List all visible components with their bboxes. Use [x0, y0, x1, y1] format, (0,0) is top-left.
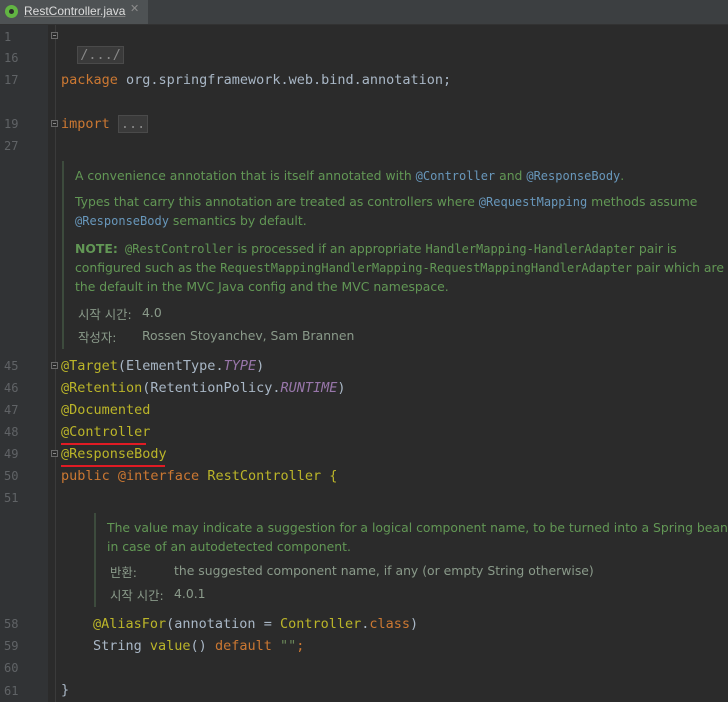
line-number: 1 [4, 30, 12, 44]
code-line-interface: public @interface RestController { [61, 468, 338, 484]
doc-paragraph: A convenience annotation that is itself … [75, 168, 625, 183]
doc-tag-returns-value: the suggested component name, if any (or… [174, 563, 594, 578]
line-number: 50 [4, 469, 19, 483]
java-file-icon [5, 5, 18, 18]
code-line-target: @Target(ElementType.TYPE) [61, 358, 265, 374]
responsebody-annotation[interactable]: @ResponseBody [61, 446, 167, 462]
package-name: org.springframework.web.bind.annotation; [117, 72, 452, 88]
folded-imports[interactable]: ... [117, 115, 149, 133]
line-number: 59 [4, 639, 19, 653]
doc-paragraph: Types that carry this annotation are tre… [75, 194, 698, 209]
doc-link[interactable]: @ResponseBody [526, 169, 620, 183]
code-line-closing-brace: } [61, 682, 70, 698]
line-number: 48 [4, 425, 19, 439]
line-number: 45 [4, 359, 19, 373]
doc-paragraph: in case of an autodetected component. [107, 539, 351, 554]
line-number: 19 [4, 117, 19, 131]
code-line-documented: @Documented [61, 402, 151, 418]
line-number: 49 [4, 447, 19, 461]
code-line-value: String value() default ""; [93, 638, 305, 654]
doc-tag-since-value: 4.0.1 [174, 586, 206, 601]
doc-tag-author-label: 작성자: [78, 330, 117, 345]
line-number: 27 [4, 139, 19, 153]
doc-paragraph: @ResponseBody semantics by default. [75, 213, 307, 228]
code-line-package: package org.springframework.web.bind.ann… [61, 71, 451, 89]
fold-toggle-icon[interactable] [51, 362, 58, 369]
line-number: 51 [4, 491, 19, 505]
doc-link[interactable]: @ResponseBody [75, 214, 169, 228]
doc-comment-bar [62, 161, 64, 349]
doc-paragraph: the default in the MVC Java config and t… [75, 279, 449, 294]
line-number: 58 [4, 617, 19, 631]
code-line-responsebody: @ResponseBody [61, 445, 167, 463]
line-number: 61 [4, 684, 19, 698]
line-number: 16 [4, 51, 19, 65]
doc-link[interactable]: @RequestMapping [479, 195, 587, 209]
doc-paragraph: NOTE: @RestController is processed if an… [75, 241, 677, 256]
code-line-retention: @Retention(RetentionPolicy.RUNTIME) [61, 380, 346, 396]
folded-header[interactable]: /.../ [77, 46, 124, 64]
tab-label: RestController.java [24, 4, 126, 18]
code-line-controller: @Controller [61, 423, 150, 441]
fold-toggle-icon[interactable] [51, 450, 58, 457]
line-number: 17 [4, 73, 19, 87]
fold-toggle-icon[interactable] [51, 32, 58, 39]
line-number: 46 [4, 381, 19, 395]
editor-tab-bar: RestController.java ✕ [0, 0, 728, 25]
doc-link[interactable]: @Controller [416, 169, 495, 183]
tab-restcontroller[interactable]: RestController.java ✕ [0, 0, 148, 24]
controller-annotation[interactable]: @Controller [61, 424, 150, 440]
doc-paragraph: The value may indicate a suggestion for … [107, 520, 728, 535]
doc-tag-since-value: 4.0 [142, 305, 162, 320]
keyword-import: import [61, 116, 110, 132]
code-line-header: /.../ [61, 28, 124, 64]
doc-comment-bar [94, 513, 96, 607]
code-line-aliasfor: @AliasFor(annotation = Controller.class) [93, 616, 419, 632]
doc-paragraph: configured such as the RequestMappingHan… [75, 260, 724, 275]
line-number: 60 [4, 661, 19, 675]
doc-tag-author-value: Rossen Stoyanchev, Sam Brannen [142, 328, 355, 343]
doc-tag-returns-label: 반환: [110, 565, 137, 580]
code-line-import: import ... [61, 115, 149, 133]
doc-tag-since-label: 시작 시간: [110, 588, 164, 603]
close-icon[interactable]: ✕ [130, 2, 139, 15]
keyword-package: package [61, 72, 118, 88]
fold-toggle-icon[interactable] [51, 120, 58, 127]
line-number: 47 [4, 403, 19, 417]
doc-tag-since-label: 시작 시간: [78, 307, 132, 322]
